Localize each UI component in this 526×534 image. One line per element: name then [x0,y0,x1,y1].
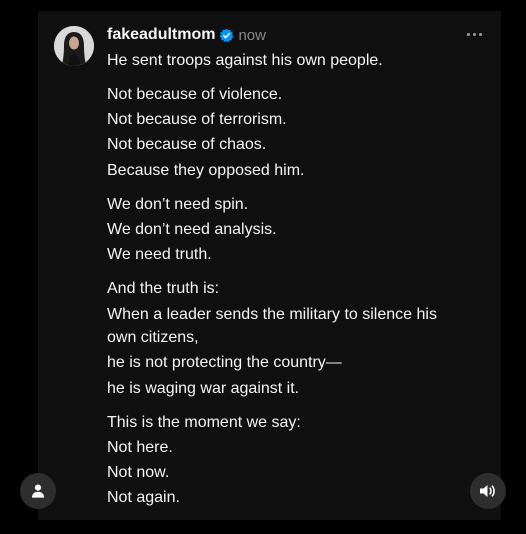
more-options-icon[interactable] [462,26,486,42]
post-line: own citizens, [107,329,199,346]
post-line: This is the moment we say: [107,414,301,431]
more-dot [478,32,482,36]
verified-badge-icon [219,28,234,43]
user-tag-button[interactable] [20,473,56,509]
profile-photo [54,26,94,66]
sound-toggle-button[interactable] [470,473,506,509]
post-line: Not because of chaos. [107,136,267,153]
post-line: We don’t need spin. [107,196,249,213]
user-icon [32,484,44,498]
post-line: he is waging war against it. [107,380,300,397]
post-line: He sent troops against his own people. [107,52,383,69]
avatar[interactable] [54,26,94,66]
post-line: And the truth is: [107,280,220,297]
post-line: Not because of violence. [107,86,283,103]
timestamp: now [238,26,266,44]
speaker-icon [480,485,495,497]
more-dot [472,32,476,36]
post-line: Because they opposed him. [107,162,305,179]
post-line: Not here. [107,439,173,456]
post-line: We need truth. [107,246,212,263]
post-line: Not because of terrorism. [107,111,287,128]
post-line: he is not protecting the country— [107,354,342,371]
username[interactable]: fakeadultmom [107,26,215,44]
post-line: When a leader sends the military to sile… [107,306,437,323]
more-dot [466,32,470,36]
post-line: We don’t need analysis. [107,221,277,238]
post-line: Not again. [107,489,180,506]
post-line: Not now. [107,464,170,481]
post-header: fakeadultmom now [107,25,266,45]
